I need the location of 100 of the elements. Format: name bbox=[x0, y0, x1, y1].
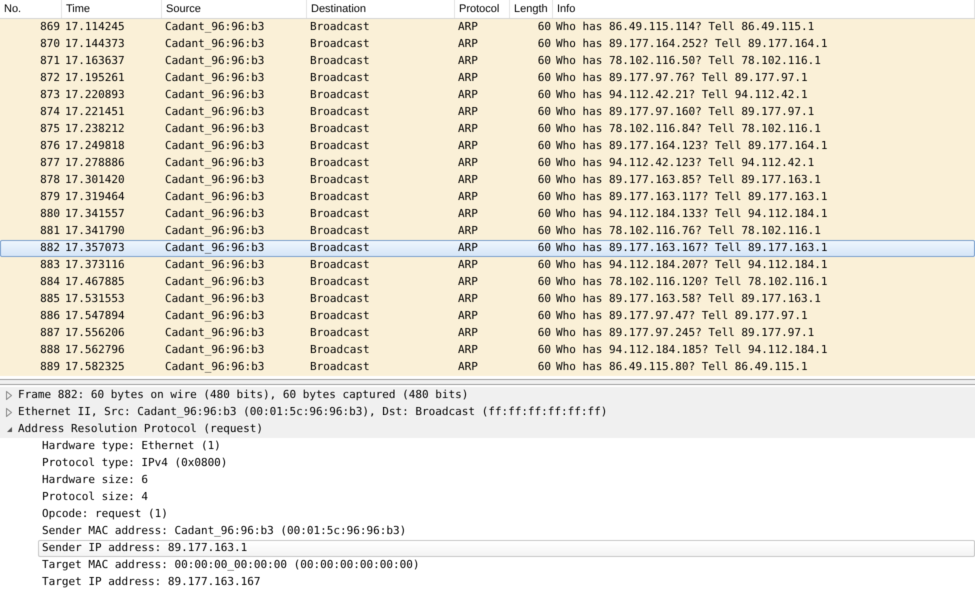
table-cell-text: Who has 94.112.184.185? Tell 94.112.184.1 bbox=[555, 342, 829, 358]
packet-row[interactable]: 874 17.221451 Cadant_96:96:b3 Broadcast ARP 60 Who has 89.177.97.160? Tell 89.177.97.1 bbox=[0, 104, 975, 121]
packet-row[interactable]: 879 17.319464 Cadant_96:96:b3 Broadcast ARP 60 Who has 89.177.163.117? Tell 89.177.163.1 bbox=[0, 189, 975, 206]
table-cell-text: ARP bbox=[457, 359, 479, 376]
table-cell-text: 60 bbox=[536, 155, 552, 172]
tree-item[interactable]: Sender IP address: 89.177.163.1 bbox=[38, 540, 975, 557]
column-header[interactable]: Length bbox=[510, 0, 553, 18]
table-cell-text: 17.531553 bbox=[64, 291, 126, 308]
table-cell-text: Cadant_96:96:b3 bbox=[164, 240, 266, 256]
table-cell-text: Who has 89.177.163.167? Tell 89.177.163.1 bbox=[555, 240, 829, 256]
table-cell-text: 60 bbox=[536, 70, 552, 86]
table-cell-text: ARP bbox=[457, 206, 479, 222]
table-cell-text: Who has 89.177.163.85? Tell 89.177.163.1 bbox=[555, 172, 822, 188]
column-header[interactable]: Info bbox=[553, 0, 975, 18]
table-cell-text: Broadcast bbox=[309, 325, 371, 342]
table-cell-text: 17.373116 bbox=[64, 257, 126, 274]
table-cell-text: 17.238212 bbox=[64, 121, 126, 138]
table-cell-text: Who has 78.102.116.76? Tell 78.102.116.1 bbox=[555, 223, 822, 240]
table-cell-text: ARP bbox=[457, 172, 479, 188]
tree-item[interactable]: Ethernet II, Src: Cadant_96:96:b3 (00:01:5c:96:96:b3), Dst: Broadcast (ff:ff:ff:ff:ff:ff) bbox=[0, 404, 975, 421]
table-cell-text: 17.319464 bbox=[64, 189, 126, 206]
column-header[interactable]: Destination bbox=[307, 0, 455, 18]
table-cell-text: Cadant_96:96:b3 bbox=[164, 206, 266, 222]
tree-item[interactable]: Target IP address: 89.177.163.167 bbox=[38, 574, 975, 591]
table-cell-text: 60 bbox=[536, 223, 552, 240]
packet-row[interactable]: 882 17.357073 Cadant_96:96:b3 Broadcast ARP 60 Who has 89.177.163.167? Tell 89.177.163.1 bbox=[0, 240, 975, 257]
table-cell-text: Cadant_96:96:b3 bbox=[164, 189, 266, 206]
table-cell-text: Who has 78.102.116.84? Tell 78.102.116.1 bbox=[555, 121, 822, 138]
table-cell-text: ARP bbox=[457, 104, 479, 120]
table-cell-text: 60 bbox=[536, 172, 552, 188]
table-cell-text: 870 bbox=[39, 36, 61, 52]
tree-item[interactable]: Sender MAC address: Cadant_96:96:b3 (00:01:5c:96:96:b3) bbox=[38, 523, 975, 540]
tree-item[interactable]: Frame 882: 60 bytes on wire (480 bits), 60 bytes captured (480 bits) bbox=[0, 387, 975, 404]
table-cell-text: Broadcast bbox=[309, 342, 371, 358]
packet-row[interactable]: 883 17.373116 Cadant_96:96:b3 Broadcast ARP 60 Who has 94.112.184.207? Tell 94.112.184.1 bbox=[0, 257, 975, 274]
table-cell-text: Who has 89.177.97.47? Tell 89.177.97.1 bbox=[555, 308, 809, 324]
packet-row[interactable]: 888 17.562796 Cadant_96:96:b3 Broadcast ARP 60 Who has 94.112.184.185? Tell 94.112.184.1 bbox=[0, 342, 975, 359]
table-cell-text: 884 bbox=[39, 274, 61, 290]
packet-row[interactable]: 885 17.531553 Cadant_96:96:b3 Broadcast ARP 60 Who has 89.177.163.58? Tell 89.177.163.1 bbox=[0, 291, 975, 308]
tree-item[interactable]: Address Resolution Protocol (request) bbox=[0, 421, 975, 438]
table-cell-text: Broadcast bbox=[309, 172, 371, 188]
column-header[interactable]: Source bbox=[162, 0, 307, 18]
expand-arrow-icon[interactable] bbox=[6, 391, 12, 400]
column-header[interactable]: No. bbox=[0, 0, 62, 18]
table-cell-text: Cadant_96:96:b3 bbox=[164, 87, 266, 104]
table-cell-text: 874 bbox=[39, 104, 61, 120]
table-cell-text: 60 bbox=[536, 87, 552, 104]
packet-row[interactable]: 887 17.556206 Cadant_96:96:b3 Broadcast ARP 60 Who has 89.177.97.245? Tell 89.177.97.1 bbox=[0, 325, 975, 342]
table-cell-text: ARP bbox=[457, 19, 479, 36]
collapse-arrow-icon[interactable] bbox=[6, 426, 12, 433]
packet-row[interactable]: 869 17.114245 Cadant_96:96:b3 Broadcast ARP 60 Who has 86.49.115.114? Tell 86.49.115.1 bbox=[0, 19, 975, 36]
table-cell-text: Who has 89.177.97.76? Tell 89.177.97.1 bbox=[555, 70, 809, 86]
tree-item[interactable]: Protocol size: 4 bbox=[38, 489, 975, 506]
table-cell-text: Cadant_96:96:b3 bbox=[164, 36, 266, 52]
table-cell-text: 871 bbox=[39, 53, 61, 70]
table-cell-text: 17.144373 bbox=[64, 36, 126, 52]
packet-row[interactable]: 873 17.220893 Cadant_96:96:b3 Broadcast ARP 60 Who has 94.112.42.21? Tell 94.112.42.1 bbox=[0, 87, 975, 104]
tree-item[interactable]: Opcode: request (1) bbox=[38, 506, 975, 523]
table-cell-text: ARP bbox=[457, 291, 479, 308]
tree-item[interactable]: Hardware size: 6 bbox=[38, 472, 975, 489]
table-cell-text: 873 bbox=[39, 87, 61, 104]
table-cell-text: Who has 94.112.42.123? Tell 94.112.42.1 bbox=[555, 155, 816, 172]
tree-item[interactable]: Target MAC address: 00:00:00_00:00:00 (00:00:00:00:00:00) bbox=[38, 557, 975, 574]
table-cell-text: Cadant_96:96:b3 bbox=[164, 172, 266, 188]
table-cell-text: ARP bbox=[457, 36, 479, 52]
table-cell-text: Broadcast bbox=[309, 274, 371, 290]
table-cell-text: Cadant_96:96:b3 bbox=[164, 274, 266, 290]
packet-row[interactable]: 878 17.301420 Cadant_96:96:b3 Broadcast ARP 60 Who has 89.177.163.85? Tell 89.177.163.1 bbox=[0, 172, 975, 189]
packet-row[interactable]: 886 17.547894 Cadant_96:96:b3 Broadcast ARP 60 Who has 89.177.97.47? Tell 89.177.97.1 bbox=[0, 308, 975, 325]
table-cell-text: Broadcast bbox=[309, 36, 371, 52]
packet-row[interactable]: 876 17.249818 Cadant_96:96:b3 Broadcast ARP 60 Who has 89.177.164.123? Tell 89.177.164.1 bbox=[0, 138, 975, 155]
packet-row[interactable]: 875 17.238212 Cadant_96:96:b3 Broadcast ARP 60 Who has 78.102.116.84? Tell 78.102.116.1 bbox=[0, 121, 975, 138]
expand-arrow-icon[interactable] bbox=[6, 408, 12, 417]
table-cell-text: Cadant_96:96:b3 bbox=[164, 308, 266, 324]
table-cell-text: 17.249818 bbox=[64, 138, 126, 154]
table-cell-text: Who has 94.112.184.133? Tell 94.112.184.1 bbox=[555, 206, 829, 222]
table-cell-text: 877 bbox=[39, 155, 61, 172]
table-cell-text: Cadant_96:96:b3 bbox=[164, 359, 266, 376]
packet-row[interactable]: 870 17.144373 Cadant_96:96:b3 Broadcast ARP 60 Who has 89.177.164.252? Tell 89.177.164.1 bbox=[0, 36, 975, 53]
table-cell-text: 869 bbox=[39, 19, 61, 36]
packet-row[interactable]: 884 17.467885 Cadant_96:96:b3 Broadcast ARP 60 Who has 78.102.116.120? Tell 78.102.116.1 bbox=[0, 274, 975, 291]
table-cell-text: 60 bbox=[536, 53, 552, 70]
packet-row[interactable]: 872 17.195261 Cadant_96:96:b3 Broadcast ARP 60 Who has 89.177.97.76? Tell 89.177.97.1 bbox=[0, 70, 975, 87]
packet-row[interactable]: 881 17.341790 Cadant_96:96:b3 Broadcast ARP 60 Who has 78.102.116.76? Tell 78.102.116.1 bbox=[0, 223, 975, 240]
packet-row[interactable]: 877 17.278886 Cadant_96:96:b3 Broadcast ARP 60 Who has 94.112.42.123? Tell 94.112.42.1 bbox=[0, 155, 975, 172]
table-cell-text: ARP bbox=[457, 240, 479, 256]
packet-row[interactable]: 871 17.163637 Cadant_96:96:b3 Broadcast ARP 60 Who has 78.102.116.50? Tell 78.102.116.1 bbox=[0, 53, 975, 70]
table-cell-text: 889 bbox=[39, 359, 61, 376]
table-cell-text: Cadant_96:96:b3 bbox=[164, 104, 266, 120]
tree-item[interactable]: Protocol type: IPv4 (0x0800) bbox=[38, 455, 975, 472]
column-header[interactable]: Protocol bbox=[455, 0, 510, 18]
packet-row[interactable]: 880 17.341557 Cadant_96:96:b3 Broadcast ARP 60 Who has 94.112.184.133? Tell 94.112.184.1 bbox=[0, 206, 975, 223]
table-cell-text: 17.220893 bbox=[64, 87, 126, 104]
column-header[interactable]: Time bbox=[62, 0, 162, 18]
packet-row[interactable]: 889 17.582325 Cadant_96:96:b3 Broadcast ARP 60 Who has 86.49.115.80? Tell 86.49.115.1 bbox=[0, 359, 975, 376]
table-cell-text: 60 bbox=[536, 274, 552, 290]
table-cell-text: Broadcast bbox=[309, 223, 371, 240]
tree-item[interactable]: Hardware type: Ethernet (1) bbox=[38, 438, 975, 455]
table-cell-text: Broadcast bbox=[309, 308, 371, 324]
table-cell-text: Who has 89.177.163.58? Tell 89.177.163.1 bbox=[555, 291, 822, 308]
